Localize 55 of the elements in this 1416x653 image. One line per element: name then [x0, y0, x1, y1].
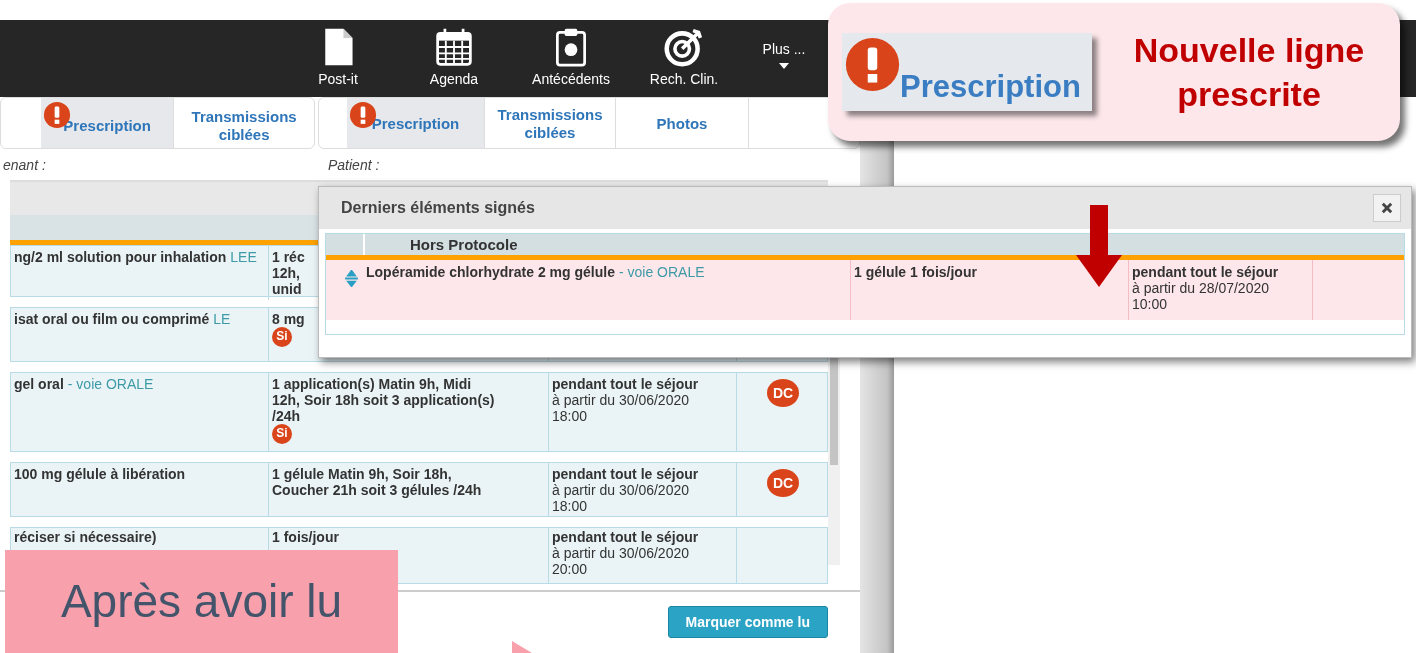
dosage-text: 1 gélule Matin 9h, Soir 18h, Coucher 21h soit 3 gélules /24h — [272, 466, 482, 499]
dosage-text: 1 fois/jour — [272, 529, 339, 546]
duration-text: pendant tout le séjour — [552, 466, 699, 483]
split-icon — [343, 270, 360, 287]
field-label: Patient : — [328, 156, 380, 173]
duration-text: pendant tout le séjour — [1132, 264, 1279, 281]
down-arrow-icon — [1076, 205, 1122, 287]
dosage-text: 1 réc 12h, unid — [272, 249, 305, 298]
field-label: enant : — [2, 156, 47, 173]
note-text: Après avoir lu — [60, 574, 343, 628]
mark-as-read-button[interactable]: Marquer comme lu — [667, 606, 828, 638]
toolbar-button[interactable]: Agenda — [380, 20, 528, 97]
si-badge: Si — [272, 327, 292, 348]
dc-badge: DC — [767, 379, 799, 407]
dialog-title: Derniers éléments signés — [341, 199, 535, 217]
toolbar-button[interactable]: Plus ... — [754, 20, 814, 97]
toolbar-button[interactable]: Post-it — [296, 20, 380, 97]
callout-text: Nouvelle ligne prescrite — [1132, 29, 1366, 115]
tab[interactable]: Transmissions ciblées — [174, 98, 314, 148]
drug-name: réciser si nécessaire) — [14, 529, 157, 545]
drug-name: 100 mg gélule à libération — [14, 466, 186, 482]
target-icon — [664, 27, 704, 67]
tab[interactable]: Prescription — [347, 98, 485, 148]
drug-name: ng/2 ml solution pour inhalation — [14, 249, 227, 265]
dosage-text: 1 gélule 1 fois/jour — [854, 264, 977, 281]
route-text: - voie ORALE — [618, 264, 705, 281]
calendar-icon — [434, 27, 474, 67]
route-text: - voie ORALE — [67, 376, 154, 393]
toolbar-button[interactable]: Antécédents — [528, 20, 614, 97]
toolbar-button[interactable]: Rech. Clin. — [614, 20, 754, 97]
tab[interactable]: Prescription — [41, 98, 175, 148]
start-date: à partir du 30/06/2020 18:00 — [552, 392, 689, 425]
route-text: LEE — [230, 249, 257, 266]
drug-name: isat oral ou film ou comprimé — [14, 311, 210, 327]
tab[interactable]: Transmissions ciblées — [485, 98, 616, 148]
start-date: à partir du 30/06/2020 18:00 — [552, 482, 689, 515]
arrow-shape — [512, 641, 532, 653]
tab-label: Prescription — [900, 69, 1081, 105]
start-date: à partir du 30/06/2020 20:00 — [552, 545, 689, 578]
drug-name: Lopéramide chlorhydrate 2 mg gélule — [366, 264, 615, 280]
dc-badge: DC — [767, 469, 799, 497]
alert-icon — [844, 36, 901, 93]
duration-text: pendant tout le séjour — [552, 529, 699, 546]
close-icon — [1381, 202, 1393, 214]
route-text: LE — [213, 311, 231, 328]
caret-icon — [779, 62, 789, 69]
group-header: Hors Protocole — [409, 235, 518, 255]
start-date: à partir du 28/07/2020 10:00 — [1132, 280, 1269, 313]
dosage-text: 8 mg — [272, 311, 305, 328]
si-badge: Si — [272, 424, 292, 445]
drug-name: gel oral — [14, 376, 64, 392]
duration-text: pendant tout le séjour — [552, 376, 699, 393]
dosage-text: 1 application(s) Matin 9h, Midi 12h, Soir 18h soit 3 application(s) /24h — [272, 376, 495, 425]
close-button[interactable] — [1373, 194, 1401, 222]
tab[interactable]: Photos — [616, 98, 749, 148]
